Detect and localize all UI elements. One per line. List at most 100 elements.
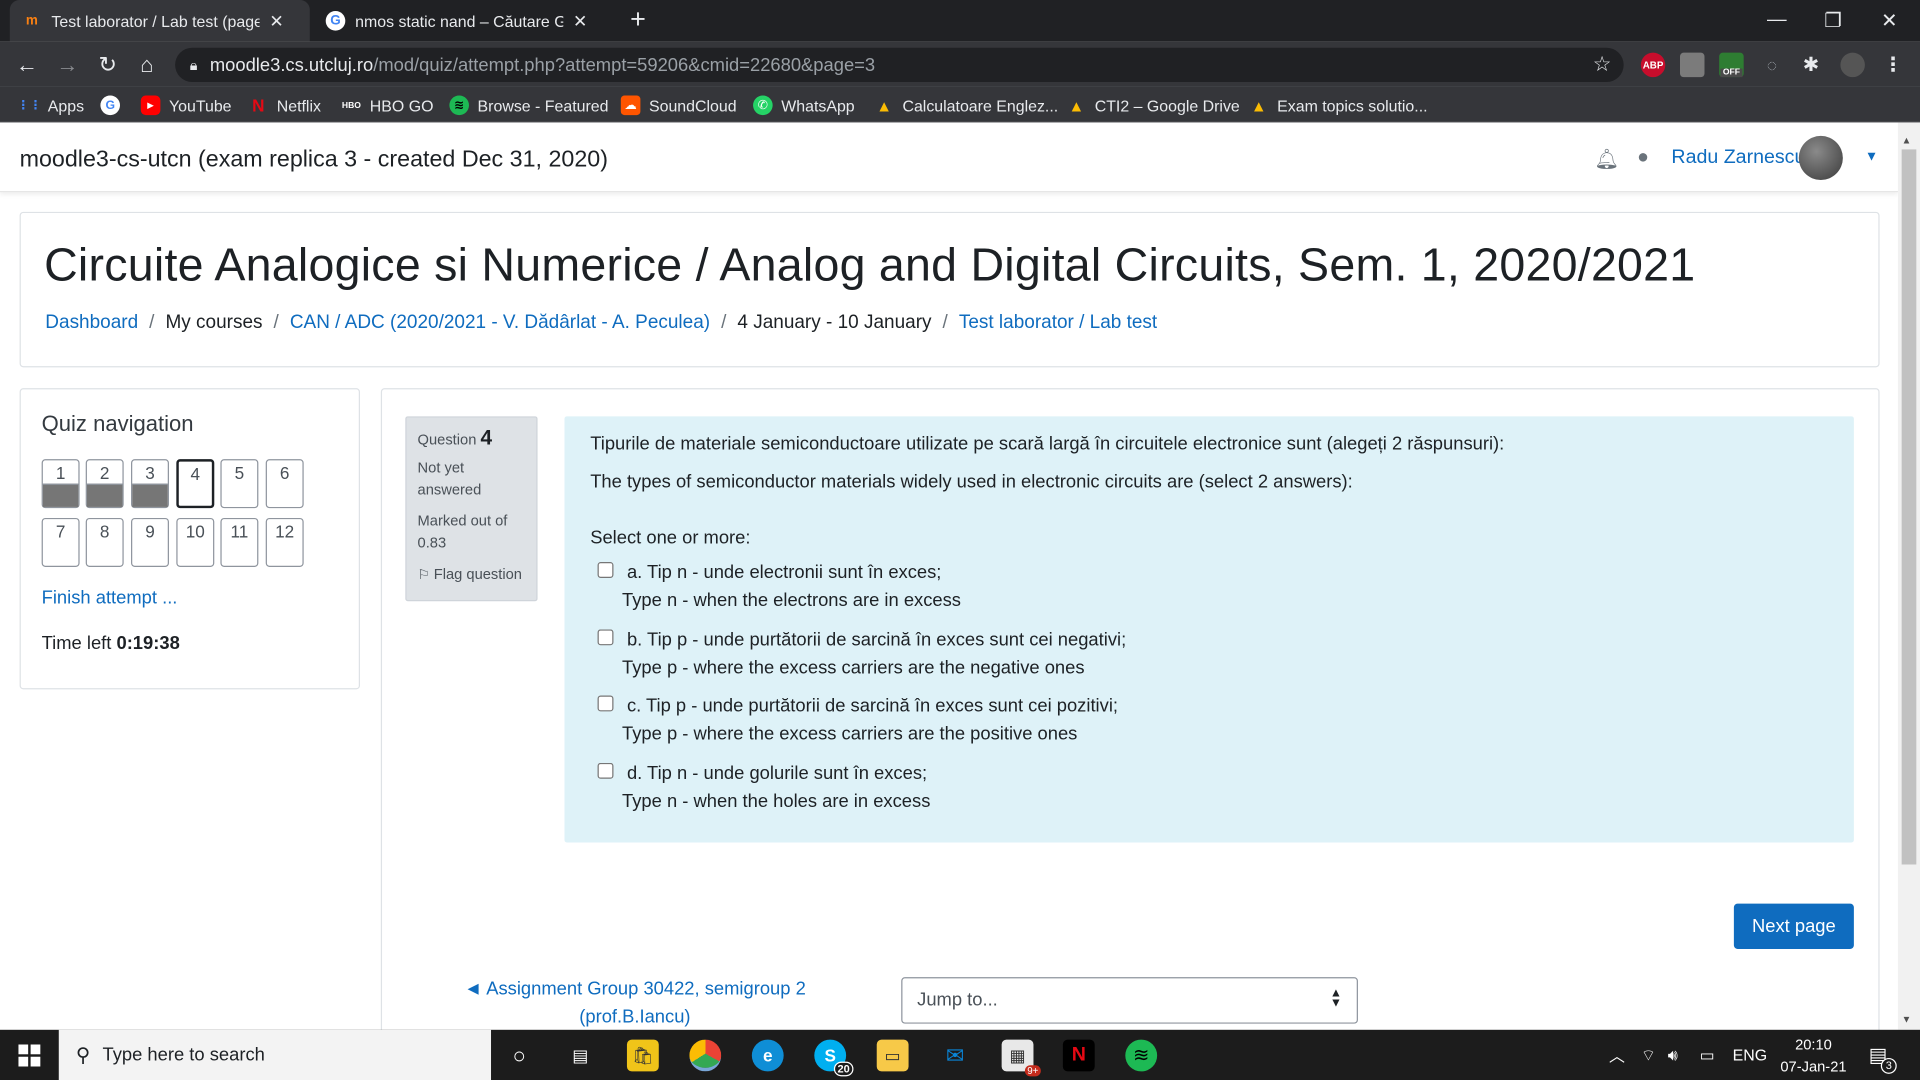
answer-checkbox-c[interactable] bbox=[597, 695, 614, 712]
question-grade: Marked out of 0.83 bbox=[417, 511, 508, 552]
close-tab-icon[interactable]: ✕ bbox=[573, 10, 587, 31]
quiz-nav-question-8[interactable]: 8 bbox=[85, 517, 124, 567]
mail-icon[interactable]: ✉ bbox=[939, 1040, 971, 1072]
quiz-nav-question-10[interactable]: 10 bbox=[176, 517, 215, 567]
scroll-down-icon[interactable]: ▼ bbox=[1902, 1014, 1912, 1025]
answer-checkbox-b[interactable] bbox=[597, 629, 614, 646]
moodle-icon: m bbox=[25, 13, 38, 29]
quiz-nav-question-5[interactable]: 5 bbox=[220, 459, 259, 509]
answer-option-d[interactable]: d. Tip n - unde golurile sunt în exces; … bbox=[597, 759, 930, 815]
answer-checkbox-d[interactable] bbox=[597, 762, 614, 779]
new-tab-button[interactable]: + bbox=[622, 4, 654, 36]
extension-icon[interactable] bbox=[1680, 52, 1705, 78]
toggle-extension-icon[interactable]: OFF bbox=[1719, 52, 1744, 78]
chevron-down-icon[interactable]: ▼ bbox=[1865, 149, 1878, 164]
breadcrumb-course[interactable]: CAN / ADC (2020/2021 - V. Dădârlat - A. … bbox=[290, 312, 710, 334]
wifi-icon[interactable]: ⌔ bbox=[1641, 1030, 1656, 1080]
google-drive-icon: ▲ bbox=[1250, 96, 1267, 115]
address-bar[interactable]: 🔒︎ moodle3.cs.utcluj.ro /mod/quiz/attemp… bbox=[175, 47, 1624, 83]
whatsapp-icon: ✆ bbox=[753, 95, 773, 116]
bookmark-star-icon[interactable]: ☆ bbox=[1593, 53, 1612, 77]
quiz-nav-question-2[interactable]: 2 bbox=[85, 459, 124, 509]
quiz-nav-question-12[interactable]: 12 bbox=[265, 517, 304, 567]
close-window-button[interactable]: ✕ bbox=[1861, 0, 1917, 42]
bookmark-drive-cti2[interactable]: ▲ CTI2 – Google Drive bbox=[1067, 93, 1239, 117]
bookmark-youtube[interactable]: ▶ YouTube bbox=[140, 93, 232, 117]
jump-to-select[interactable]: Jump to... ▲ ▼ bbox=[901, 977, 1358, 1024]
avatar[interactable] bbox=[1798, 135, 1843, 181]
taskbar-search-box[interactable]: ⚲ Type here to search bbox=[58, 1029, 492, 1080]
menu-dots-icon[interactable]: ⋮ bbox=[1881, 53, 1905, 77]
bookmark-netflix[interactable]: N Netflix bbox=[249, 93, 321, 117]
bookmark-apps[interactable]: ⋮⋮ Apps bbox=[17, 93, 84, 117]
bookmark-hbo[interactable]: HBO HBO GO bbox=[342, 93, 434, 117]
answer-checkbox-a[interactable] bbox=[597, 562, 614, 578]
tab-google-search[interactable]: G nmos static nand – Căutare Goog ✕ bbox=[313, 0, 613, 42]
answer-option-c[interactable]: c. Tip p - unde purtătorii de sarcină în… bbox=[597, 692, 1118, 748]
bookmark-whatsapp[interactable]: ✆ WhatsApp bbox=[753, 93, 855, 117]
restore-button[interactable]: ❐ bbox=[1805, 0, 1861, 42]
scroll-up-icon[interactable]: ▲ bbox=[1902, 135, 1912, 146]
breadcrumb-separator: / bbox=[942, 312, 948, 334]
flag-question-button[interactable]: ⚐ Flag question bbox=[418, 563, 526, 586]
profile-avatar-icon[interactable] bbox=[1840, 52, 1865, 78]
quiz-nav-question-1[interactable]: 1 bbox=[41, 459, 80, 509]
previous-activity-link[interactable]: ◄ Assignment Group 30422, semigroup 2 (p… bbox=[460, 975, 809, 1031]
taskbar-clock[interactable]: 20:10 07-Jan-21 bbox=[1773, 1033, 1854, 1077]
home-icon[interactable]: ⌂ bbox=[131, 49, 163, 81]
windows-start-button[interactable] bbox=[0, 1030, 59, 1080]
question-number: Question 4 bbox=[418, 427, 526, 450]
file-explorer-icon[interactable]: ▭ bbox=[876, 1039, 909, 1072]
quiz-nav-question-3[interactable]: 3 bbox=[131, 459, 169, 509]
tab-moodle-quiz[interactable]: m Test laborator / Lab test (page 4 ✕ bbox=[9, 0, 310, 42]
quiz-nav-question-6[interactable]: 6 bbox=[265, 459, 304, 509]
back-arrow-icon[interactable]: ← bbox=[11, 49, 43, 81]
bookmark-spotify[interactable]: ≋ Browse - Featured bbox=[449, 93, 608, 117]
breadcrumb-separator: / bbox=[273, 312, 279, 334]
bookmark-drive-exam[interactable]: ▲ Exam topics solutio... bbox=[1249, 93, 1428, 117]
edge-icon[interactable]: e bbox=[751, 1039, 784, 1072]
netflix-app-icon[interactable]: N bbox=[1062, 1039, 1095, 1072]
reload-icon[interactable]: ↻ bbox=[92, 49, 124, 81]
store-icon[interactable]: 🛍︎ bbox=[626, 1039, 659, 1072]
quiz-nav-question-9[interactable]: 9 bbox=[131, 517, 169, 567]
circle-extension-icon[interactable]: ◌ bbox=[1760, 53, 1784, 77]
user-name[interactable]: Radu Zarnescu bbox=[1671, 147, 1805, 169]
chat-bubble-icon[interactable]: ● bbox=[1637, 147, 1649, 169]
show-hidden-icons-chevron[interactable]: ︿ bbox=[1609, 1030, 1625, 1080]
quiz-nav-number: 3 bbox=[145, 462, 155, 483]
bookmark-drive-calculatoare[interactable]: ▲ Calculatoare Englez... bbox=[874, 93, 1058, 117]
breadcrumb-dashboard[interactable]: Dashboard bbox=[45, 312, 138, 334]
bookmark-soundcloud[interactable]: ☁ SoundCloud bbox=[620, 93, 737, 117]
next-page-button[interactable]: Next page bbox=[1733, 903, 1854, 949]
finish-attempt-link[interactable]: Finish attempt ... bbox=[42, 588, 178, 609]
skype-icon[interactable]: S 20 bbox=[814, 1039, 854, 1077]
bookmark-google[interactable]: G bbox=[100, 93, 128, 117]
notification-center-icon[interactable]: ▤ 3 bbox=[1869, 1030, 1897, 1080]
flag-question-label: Flag question bbox=[433, 565, 522, 583]
answer-option-a[interactable]: a. Tip n - unde electronii sunt în exces… bbox=[597, 558, 961, 614]
chrome-icon[interactable] bbox=[689, 1039, 722, 1072]
battery-icon[interactable]: ▭ bbox=[1700, 1030, 1715, 1080]
volume-icon[interactable]: 🔊︎ bbox=[1668, 1030, 1678, 1080]
breadcrumb-lab-test[interactable]: Test laborator / Lab test bbox=[959, 312, 1157, 334]
quiz-nav-question-4[interactable]: 4 bbox=[176, 459, 215, 509]
scrollbar-thumb[interactable] bbox=[1901, 149, 1917, 865]
spotify-app-icon[interactable]: ≋ bbox=[1125, 1039, 1158, 1072]
answer-prompt: Select one or more: bbox=[590, 527, 751, 549]
calendar-app-icon[interactable]: ▦ 9+ bbox=[1001, 1039, 1041, 1077]
bell-icon[interactable]: 🔔︎ bbox=[1594, 147, 1619, 171]
puzzle-extensions-icon[interactable]: ✱ bbox=[1799, 53, 1823, 77]
quiz-nav-question-7[interactable]: 7 bbox=[41, 517, 80, 567]
minimize-button[interactable]: — bbox=[1749, 0, 1805, 42]
adblock-extension-icon[interactable]: ABP bbox=[1640, 52, 1666, 78]
cortana-icon[interactable]: ○ bbox=[503, 1040, 535, 1072]
task-view-icon[interactable]: ▤ bbox=[564, 1040, 596, 1072]
language-indicator[interactable]: ENG bbox=[1733, 1030, 1767, 1080]
quiz-nav-number: 6 bbox=[279, 462, 290, 483]
answer-option-b[interactable]: b. Tip p - unde purtătorii de sarcină în… bbox=[597, 626, 1126, 682]
close-tab-icon[interactable]: ✕ bbox=[269, 10, 283, 31]
quiz-nav-question-11[interactable]: 11 bbox=[220, 517, 259, 567]
forward-arrow-icon[interactable]: → bbox=[51, 49, 83, 81]
site-name[interactable]: moodle3-cs-utcn (exam replica 3 - create… bbox=[20, 147, 608, 174]
